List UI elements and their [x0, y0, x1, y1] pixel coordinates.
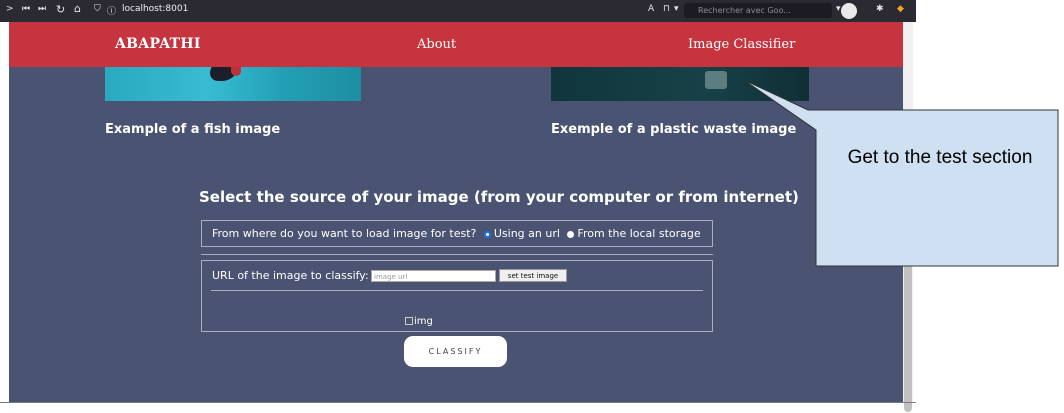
callout-text: Get to the test section [847, 147, 1033, 168]
callout-shape [743, 79, 1059, 267]
